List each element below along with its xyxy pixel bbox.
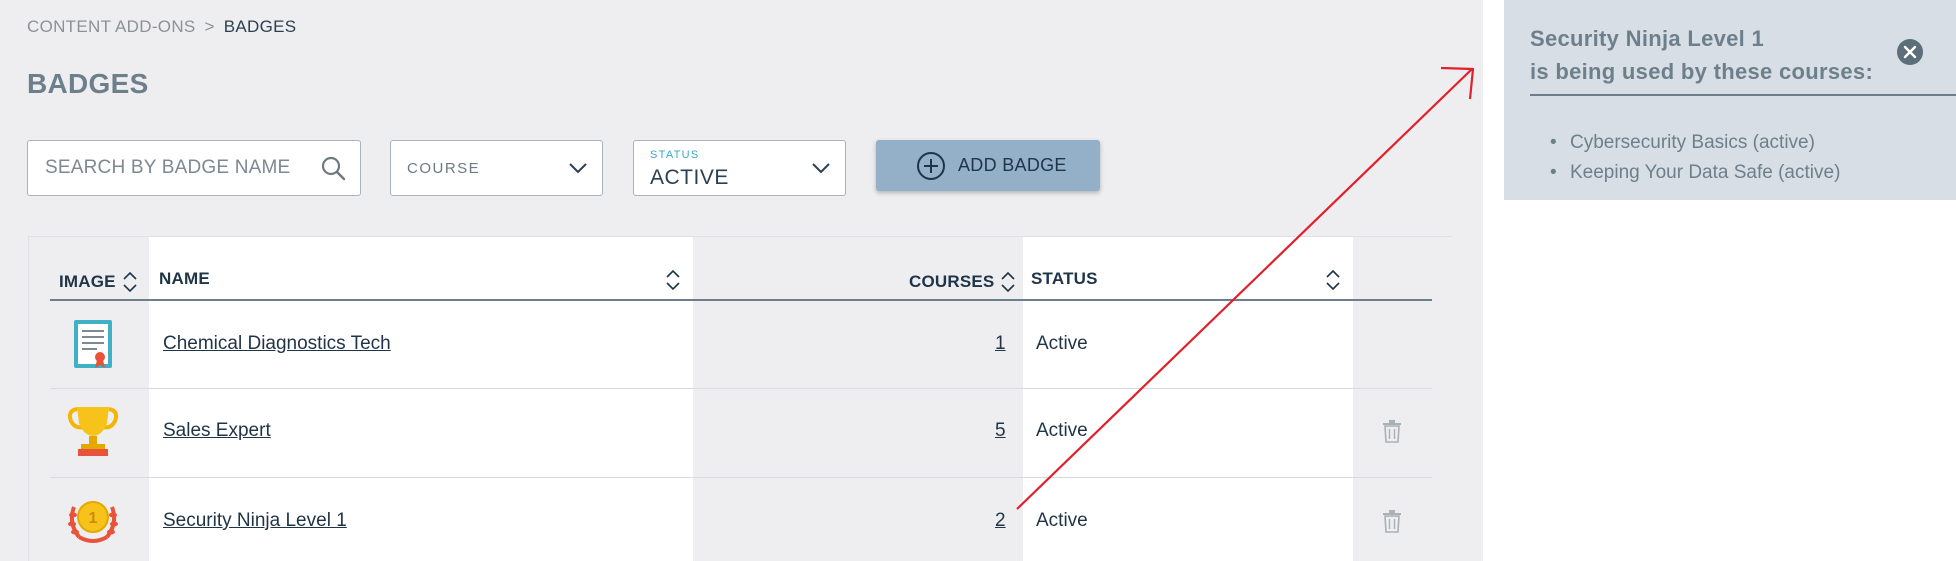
courses-popup: Security Ninja Level 1 is being used by … [1504, 0, 1956, 200]
badge-name-link[interactable]: Sales Expert [163, 420, 271, 442]
page-title: BADGES [27, 68, 149, 99]
popup-divider [1530, 94, 1956, 96]
breadcrumb-parent[interactable]: CONTENT ADD-ONS [27, 17, 196, 37]
course-dropdown-label: COURSE [407, 159, 481, 177]
col-header-courses-label: COURSES [909, 272, 995, 291]
status-dropdown-value: ACTIVE [650, 166, 729, 189]
col-header-courses[interactable]: COURSES [909, 269, 1016, 295]
badges-table: IMAGE NAME COURSES STATUS Chemical Diagn… [28, 236, 1453, 561]
status-text: Active [1036, 420, 1088, 441]
badge-name-link[interactable]: Chemical Diagnostics Tech [163, 333, 391, 355]
list-item: Cybersecurity Basics (active) [1550, 128, 1840, 158]
main-content: CONTENT ADD-ONS > BADGES BADGES COURSE S… [0, 0, 1483, 561]
sort-icon[interactable] [1000, 269, 1016, 295]
status-text: Active [1036, 510, 1088, 531]
gold-medal-icon: 1 [68, 501, 118, 543]
actions-column-bg [1353, 237, 1453, 561]
row-divider [50, 388, 1432, 389]
list-item: Keeping Your Data Safe (active) [1550, 158, 1840, 188]
sort-icon[interactable] [665, 267, 681, 293]
badge-name-link[interactable]: Security Ninja Level 1 [163, 510, 347, 532]
col-header-image-label: IMAGE [59, 272, 116, 291]
svg-text:1: 1 [89, 510, 98, 527]
breadcrumb-current: BADGES [223, 17, 297, 36]
col-header-status-label: STATUS [1031, 269, 1098, 288]
plus-circle-icon [917, 151, 945, 180]
col-header-name[interactable]: NAME [159, 269, 210, 289]
status-dropdown[interactable]: STATUS ACTIVE [633, 140, 846, 196]
breadcrumb: CONTENT ADD-ONS > BADGES [27, 17, 296, 37]
status-text: Active [1036, 333, 1088, 354]
popup-title: Security Ninja Level 1 is being used by … [1530, 22, 1873, 88]
certificate-icon [74, 320, 112, 368]
close-icon[interactable] [1896, 38, 1924, 66]
col-header-image[interactable]: IMAGE [59, 269, 138, 295]
row-divider [50, 477, 1432, 478]
sort-icon[interactable] [122, 269, 138, 295]
status-dropdown-label: STATUS [650, 149, 700, 161]
search-box[interactable] [27, 140, 361, 196]
add-badge-label: ADD BADGE [958, 155, 1067, 175]
trash-icon[interactable] [1381, 419, 1403, 443]
chevron-down-icon [812, 163, 830, 174]
popup-title-line2: is being used by these courses: [1530, 59, 1874, 84]
col-header-status[interactable]: STATUS [1031, 269, 1098, 289]
col-header-name-label: NAME [159, 269, 210, 288]
popup-title-line1: Security Ninja Level 1 [1530, 26, 1765, 51]
sort-icon[interactable] [1325, 267, 1341, 293]
trash-icon[interactable] [1381, 509, 1403, 533]
breadcrumb-separator: > [204, 17, 215, 36]
courses-count-link[interactable]: 1 [995, 333, 1006, 355]
courses-count-link[interactable]: 2 [995, 510, 1006, 532]
search-input[interactable] [45, 157, 320, 179]
courses-count-link[interactable]: 5 [995, 420, 1006, 442]
add-badge-button[interactable]: ADD BADGE [876, 140, 1100, 191]
chevron-down-icon [569, 163, 587, 174]
course-dropdown[interactable]: COURSE [390, 140, 603, 196]
header-divider [50, 299, 1432, 301]
popup-course-list: Cybersecurity Basics (active) Keeping Yo… [1550, 128, 1840, 188]
search-icon[interactable] [320, 155, 346, 181]
trophy-icon [67, 407, 119, 456]
